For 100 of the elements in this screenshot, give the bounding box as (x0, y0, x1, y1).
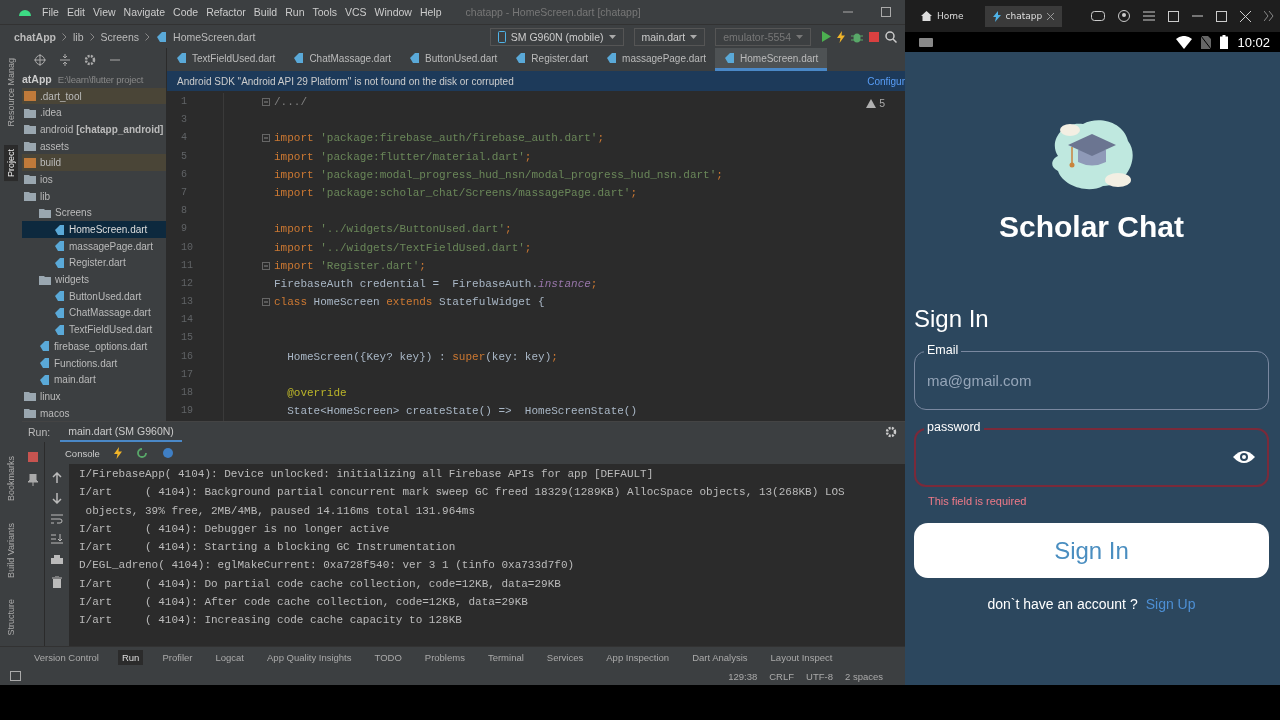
tool-window-tab[interactable]: Layout Inspect (766, 649, 837, 665)
menu-item[interactable]: Build (253, 6, 278, 18)
tree-item[interactable]: ChatMassage.dart (22, 304, 166, 322)
panel-icon[interactable] (10, 671, 21, 681)
run-config-dropdown[interactable]: main.dart (633, 27, 706, 46)
chevrons-icon[interactable] (1264, 11, 1274, 21)
editor-tab[interactable]: massagePage.dart (597, 48, 715, 71)
side-tab[interactable]: Resource Manag (4, 54, 18, 131)
gear-icon[interactable] (84, 53, 96, 66)
editor-tab[interactable]: ButtonUsed.dart (400, 48, 507, 71)
fold-icon[interactable] (262, 261, 270, 270)
configure-link[interactable]: Configur (867, 75, 905, 87)
emulator-tab[interactable]: Home (913, 6, 972, 26)
tool-window-tab[interactable]: App Quality Insights (263, 649, 356, 665)
menu-item[interactable]: Code (173, 6, 199, 18)
menu-icon[interactable] (1143, 11, 1155, 21)
status-item[interactable]: UTF-8 (806, 670, 833, 682)
target-icon[interactable] (34, 53, 46, 66)
tree-item[interactable]: lib (22, 187, 166, 205)
wrap-icon[interactable] (51, 514, 63, 524)
sign-in-button[interactable]: Sign In (914, 523, 1269, 578)
warning-count[interactable]: 5 (866, 97, 885, 109)
breadcrumb[interactable]: HomeScreen.dart (173, 30, 256, 43)
gamepad-icon[interactable] (1091, 11, 1105, 21)
tool-window-tab[interactable]: TODO (370, 649, 406, 665)
trash-icon[interactable] (52, 576, 62, 588)
play-icon[interactable] (821, 31, 831, 42)
resize-icon[interactable] (1168, 10, 1179, 22)
pin-icon[interactable] (28, 474, 38, 486)
search-icon[interactable] (885, 30, 897, 43)
tree-item[interactable]: firebase_options.dart (22, 338, 166, 355)
menu-item[interactable]: Tools (312, 6, 337, 18)
close-icon[interactable] (1240, 10, 1251, 22)
tree-item[interactable]: main.dart (22, 371, 166, 389)
side-tab[interactable]: Structure (4, 595, 18, 640)
device-dropdown[interactable]: SM G960N (mobile) (489, 27, 624, 46)
tool-window-tab[interactable]: Version Control (30, 649, 103, 665)
editor-tab[interactable]: ChatMassage.dart (284, 48, 401, 71)
tree-item[interactable]: TextFieldUsed.dart (22, 321, 166, 338)
menu-item[interactable]: File (42, 6, 59, 18)
tool-window-tab[interactable]: Logcat (211, 649, 248, 665)
tree-item[interactable]: .idea (22, 104, 166, 122)
menu-item[interactable]: View (93, 6, 116, 18)
breadcrumb[interactable]: lib (73, 30, 84, 43)
fold-icon[interactable] (262, 298, 270, 307)
status-item[interactable]: CRLF (769, 670, 795, 682)
menu-item[interactable]: Navigate (123, 6, 166, 18)
emulator-tab[interactable]: chatapp (984, 5, 1063, 27)
tree-item[interactable]: assets (22, 137, 166, 155)
tree-item[interactable]: .dart_tool (22, 87, 166, 105)
tool-window-tab[interactable]: Run (117, 649, 144, 665)
breadcrumb[interactable]: Screens (100, 30, 140, 43)
tree-item[interactable]: build (22, 154, 166, 172)
tool-window-tab[interactable]: App Inspection (602, 649, 674, 665)
tree-item[interactable]: ButtonUsed.dart (22, 287, 166, 305)
bolt-icon[interactable] (837, 30, 845, 43)
console-tab[interactable]: Console (65, 447, 100, 459)
menu-item[interactable]: Edit (66, 6, 85, 18)
tree-item[interactable]: ios (22, 171, 166, 188)
menu-item[interactable]: Refactor (206, 6, 246, 18)
editor-tab[interactable]: HomeScreen.dart (715, 48, 828, 71)
arrow-down-icon[interactable] (52, 493, 62, 504)
side-tab[interactable]: Build Variants (4, 518, 18, 582)
scroll-end-icon[interactable] (51, 534, 63, 545)
editor-tab[interactable]: TextFieldUsed.dart (167, 48, 285, 71)
status-item[interactable]: 2 spaces (844, 670, 883, 682)
tool-window-tab[interactable]: Profiler (158, 649, 197, 665)
settings-icon[interactable] (885, 426, 897, 438)
menu-item[interactable]: Window (374, 6, 412, 18)
fold-icon[interactable] (262, 98, 270, 107)
arrow-up-icon[interactable] (52, 472, 62, 483)
side-tab[interactable]: Bookmarks (4, 451, 18, 505)
tree-item[interactable]: macos (22, 404, 166, 421)
menu-item[interactable]: Run (285, 6, 305, 18)
breadcrumb[interactable]: chatApp (14, 30, 56, 43)
tree-item[interactable]: Screens (22, 204, 166, 222)
eye-icon[interactable] (1233, 449, 1255, 465)
tree-item[interactable]: widgets (22, 271, 166, 288)
tree-item[interactable]: Functions.dart (22, 354, 166, 372)
maximize-icon[interactable] (881, 7, 891, 17)
print-icon[interactable] (51, 555, 63, 566)
stop-icon[interactable] (869, 31, 879, 42)
tool-window-tab[interactable]: Problems (420, 649, 469, 665)
status-item[interactable]: 129:38 (728, 670, 758, 682)
tree-item[interactable]: HomeScreen.dart (22, 221, 166, 238)
account-icon[interactable] (1118, 10, 1130, 22)
tool-window-tab[interactable]: Dart Analysis (688, 649, 752, 665)
menu-item[interactable]: Help (419, 6, 442, 18)
editor-tab[interactable]: Register.dart (506, 48, 598, 71)
menu-item[interactable]: VCS (345, 6, 367, 18)
project-root[interactable]: atApp (22, 73, 52, 86)
fold-icon[interactable] (262, 134, 270, 143)
tree-item[interactable]: Register.dart (22, 254, 166, 272)
tool-window-tab[interactable]: Services (542, 649, 588, 665)
tree-item[interactable]: linux (22, 388, 166, 405)
restart-icon[interactable] (135, 447, 148, 459)
maximize-icon[interactable] (1216, 10, 1227, 22)
bolt-icon[interactable] (113, 447, 122, 459)
tree-item[interactable]: android [chatapp_android] (22, 121, 166, 138)
tool-window-tab[interactable]: Terminal (483, 649, 528, 665)
